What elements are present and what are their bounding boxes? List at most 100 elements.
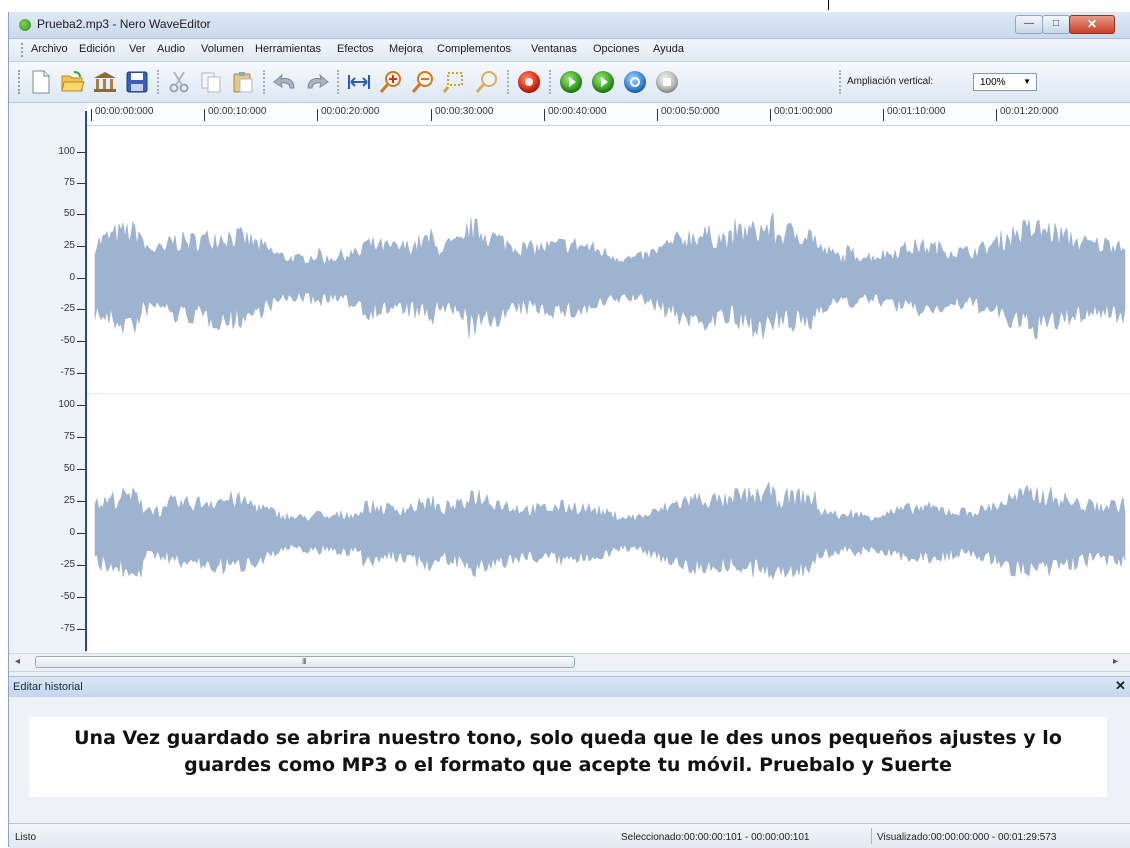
redo-icon[interactable] [303, 68, 331, 96]
axis-label-ch1-minus25: -25 [60, 303, 75, 314]
axis-label-ch2-50: 50 [63, 463, 75, 474]
open-folder-icon[interactable] [59, 68, 87, 96]
play-button-shape [560, 71, 582, 93]
menu-opciones[interactable]: Opciones [593, 43, 639, 55]
axis-tick [77, 501, 85, 502]
menu-mejora[interactable]: Mejora [389, 43, 423, 55]
scroll-right-icon[interactable]: ▸ [1113, 656, 1118, 667]
status-divider [871, 828, 872, 844]
toolbar-grip[interactable] [18, 70, 23, 94]
axis-label-ch2-25: 25 [63, 495, 75, 506]
new-file-icon[interactable] [27, 68, 55, 96]
menu-audio[interactable]: Audio [157, 43, 185, 55]
maximize-icon: □ [1052, 18, 1060, 29]
axis-label-ch1-75: 75 [63, 177, 75, 188]
menu-ventanas[interactable]: Ventanas [531, 43, 577, 55]
scrollbar-thumb[interactable]: III [35, 656, 575, 668]
copy-icon[interactable] [197, 68, 225, 96]
history-panel-header: Editar historial ✕ [9, 676, 1130, 698]
zoom-full-icon[interactable] [473, 68, 501, 96]
stop-icon[interactable] [653, 68, 681, 96]
axis-tick [77, 278, 85, 279]
menu-herramientas[interactable]: Herramientas [255, 43, 321, 55]
zoom-out-icon[interactable] [409, 68, 437, 96]
vertical-zoom-select[interactable]: 100% ▼ [973, 73, 1037, 91]
stop-button-shape [656, 71, 678, 93]
menu-grip[interactable] [21, 43, 26, 57]
record-icon[interactable] [515, 68, 543, 96]
axis-tick [77, 152, 85, 153]
toolbar-separator [263, 70, 266, 94]
axis-label-ch1-minus50: -50 [60, 335, 75, 346]
axis-tick [77, 597, 85, 598]
edge-mark [828, 0, 829, 10]
history-panel: Una Vez guardado se abrira nuestro tono,… [9, 697, 1130, 822]
play-selection-button-shape [592, 71, 614, 93]
status-bar: Listo Seleccionado:00:00:00:101 - 00:00:… [9, 823, 1130, 848]
zoom-in-icon[interactable] [377, 68, 405, 96]
toolbar-separator [157, 70, 160, 94]
toolbar-separator [507, 70, 510, 94]
history-panel-title: Editar historial [13, 681, 83, 693]
history-message: Una Vez guardado se abrira nuestro tono,… [29, 717, 1107, 797]
axis-tick [77, 533, 85, 534]
scrollbar-grip: III [302, 657, 307, 666]
menu-edicion[interactable]: Edición [79, 43, 115, 55]
axis-label-ch1-25: 25 [63, 240, 75, 251]
vertical-zoom-label: Ampliación vertical: [847, 76, 934, 87]
axis-tick [77, 469, 85, 470]
title-bar: Prueba2.mp3 - Nero WaveEditor — □ ✕ [9, 12, 1130, 39]
axis-label-ch2-minus25: -25 [60, 559, 75, 570]
axis-tick [77, 629, 85, 630]
axis-label-ch2-minus50: -50 [60, 591, 75, 602]
axis-tick [77, 373, 85, 374]
zoom-selection-icon[interactable] [441, 68, 469, 96]
paste-icon[interactable] [229, 68, 257, 96]
play-selection-icon[interactable] [589, 68, 617, 96]
axis-tick [77, 565, 85, 566]
maximize-button[interactable]: □ [1042, 15, 1070, 34]
menu-ver[interactable]: Ver [129, 43, 146, 55]
minimize-icon: — [1024, 18, 1034, 29]
axis-tick [77, 405, 85, 406]
close-icon[interactable]: ✕ [1115, 678, 1126, 694]
horizontal-scrollbar[interactable]: ◂ III ▸ [9, 653, 1130, 672]
scroll-left-icon[interactable]: ◂ [15, 656, 20, 667]
toolbar-separator [549, 70, 552, 94]
vertical-zoom-value: 100% [980, 77, 1006, 88]
axis-tick [77, 214, 85, 215]
window-title: Prueba2.mp3 - Nero WaveEditor [37, 17, 211, 31]
axis-tick [77, 246, 85, 247]
menu-efectos[interactable]: Efectos [337, 43, 374, 55]
save-icon[interactable] [123, 68, 151, 96]
status-visualized: Visualizado:00:00:00:000 - 00:01:29:573 [877, 832, 1057, 843]
waveform-editor[interactable]: 100 75 50 25 0 -25 -50 -75 100 75 50 25 … [9, 103, 1130, 653]
fit-width-icon[interactable] [345, 68, 373, 96]
axis-label-ch1-50: 50 [63, 208, 75, 219]
undo-icon[interactable] [271, 68, 299, 96]
axis-tick [77, 309, 85, 310]
cut-icon[interactable] [165, 68, 193, 96]
waveform-channel-1 [94, 212, 1126, 340]
axis-label-ch2-0: 0 [69, 527, 75, 538]
amplitude-ruler: 100 75 50 25 0 -25 -50 -75 100 75 50 25 … [9, 103, 87, 653]
play-icon[interactable] [557, 68, 585, 96]
library-icon[interactable] [91, 68, 119, 96]
menu-bar: Archivo Edición Ver Audio Volumen Herram… [9, 39, 1130, 62]
menu-volumen[interactable]: Volumen [201, 43, 244, 55]
axis-label-ch1-minus75: -75 [60, 367, 75, 378]
menu-archivo[interactable]: Archivo [31, 43, 68, 55]
close-icon: ✕ [1086, 17, 1098, 31]
close-button[interactable]: ✕ [1069, 15, 1115, 34]
toolbar-separator [337, 70, 340, 94]
waveform-channel-2 [94, 481, 1126, 581]
axis-label-ch2-100: 100 [58, 399, 75, 410]
chevron-down-icon: ▼ [1023, 77, 1031, 86]
menu-complementos[interactable]: Complementos [437, 43, 511, 55]
waveform-display[interactable] [87, 103, 1130, 653]
menu-ayuda[interactable]: Ayuda [653, 43, 684, 55]
loop-icon[interactable] [621, 68, 649, 96]
minimize-button[interactable]: — [1015, 15, 1043, 34]
toolbar-separator [839, 70, 842, 94]
app-window: Prueba2.mp3 - Nero WaveEditor — □ ✕ Arch… [8, 12, 1130, 848]
